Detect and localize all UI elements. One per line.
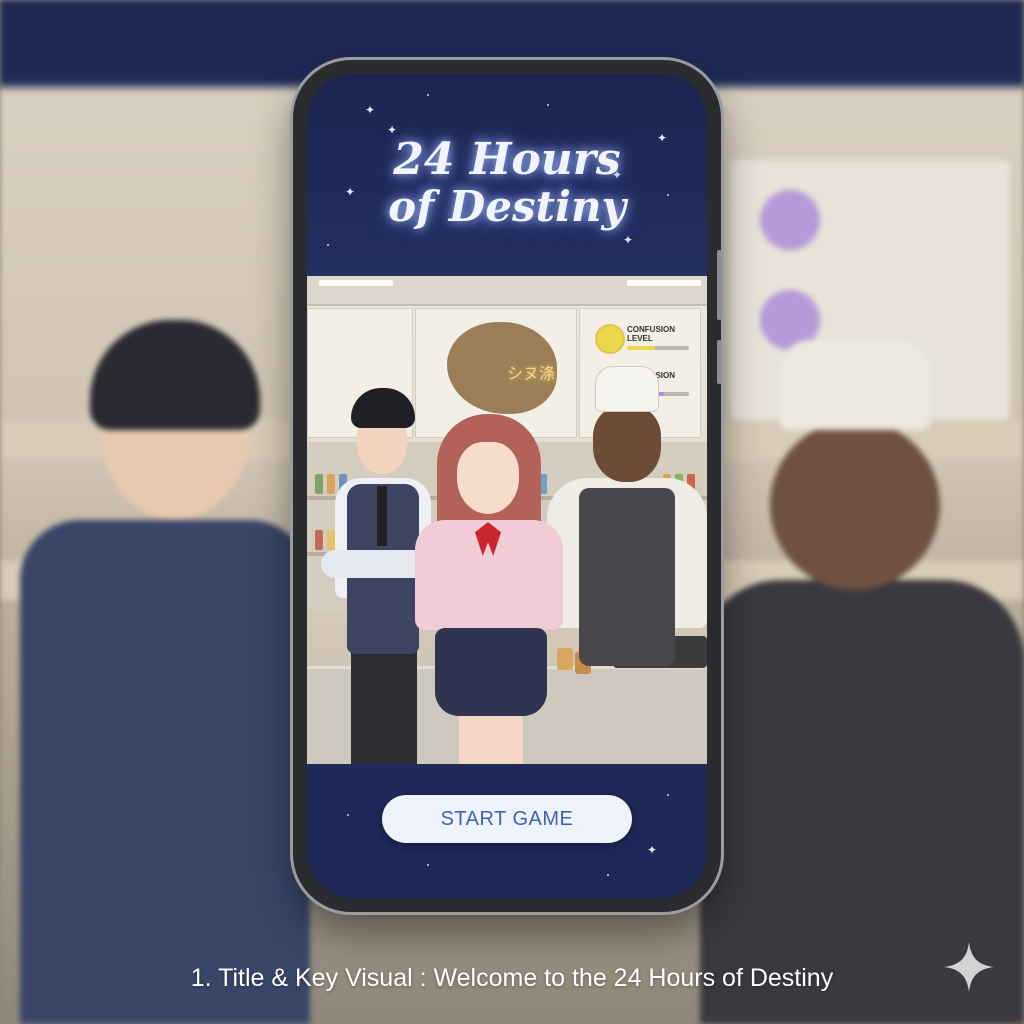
ceiling-light xyxy=(627,280,701,286)
meter-orb-icon xyxy=(595,324,625,354)
heroine-skirt xyxy=(435,628,547,716)
meter-label: CONFUSION LEVEL xyxy=(627,325,675,343)
heroine-legs xyxy=(459,714,523,764)
star-icon: ✦ xyxy=(647,843,658,857)
phone-screen: ✦ ✦ ✦ ✦ ✦ ✦ ✦ 24 Hours of Destiny シヌ涤 CO… xyxy=(307,74,707,898)
phone-mockup: ✦ ✦ ✦ ✦ ✦ ✦ ✦ 24 Hours of Destiny シヌ涤 CO… xyxy=(293,60,722,912)
store-ceiling xyxy=(307,276,707,306)
key-visual: シヌ涤 CONFUSION LEVEL CONFUSION LEVEL xyxy=(307,276,707,764)
bg-head xyxy=(770,420,940,590)
star-icon: ✦ xyxy=(623,233,634,247)
slide-caption: 1. Title & Key Visual : Welcome to the 2… xyxy=(190,964,834,992)
heroine-face xyxy=(457,442,519,514)
chef-apron xyxy=(579,488,675,666)
star-dot xyxy=(427,864,429,866)
phone-side-button xyxy=(717,250,722,320)
star-dot xyxy=(607,874,609,876)
meter-bar xyxy=(627,346,689,350)
star-dot xyxy=(427,94,429,96)
star-dot xyxy=(327,244,329,246)
star-icon: ✦ xyxy=(365,103,376,117)
confusion-meter: CONFUSION LEVEL xyxy=(595,322,691,356)
start-game-button[interactable]: START GAME xyxy=(382,795,632,843)
ceiling-light xyxy=(319,280,393,286)
meter-fill xyxy=(627,346,655,350)
butler-tie xyxy=(377,486,387,546)
bg-character-chef xyxy=(700,340,1024,1024)
star-dot xyxy=(347,814,349,816)
game-title-line2: of Destiny xyxy=(388,182,626,231)
game-title-line1: 24 Hours xyxy=(393,134,621,185)
game-title: 24 Hours of Destiny xyxy=(307,136,707,230)
chef-face xyxy=(593,406,661,482)
bg-chef-hat xyxy=(780,340,930,430)
bg-meter-orb xyxy=(760,190,820,250)
chef-hat xyxy=(595,366,659,412)
bg-character-butler xyxy=(20,320,310,1024)
star-dot xyxy=(547,104,549,106)
bg-body xyxy=(20,520,310,1024)
sparkle-icon xyxy=(944,942,994,992)
character-heroine xyxy=(397,414,581,764)
star-dot xyxy=(667,794,669,796)
phone-side-button xyxy=(717,340,722,384)
bg-hair xyxy=(90,320,260,430)
